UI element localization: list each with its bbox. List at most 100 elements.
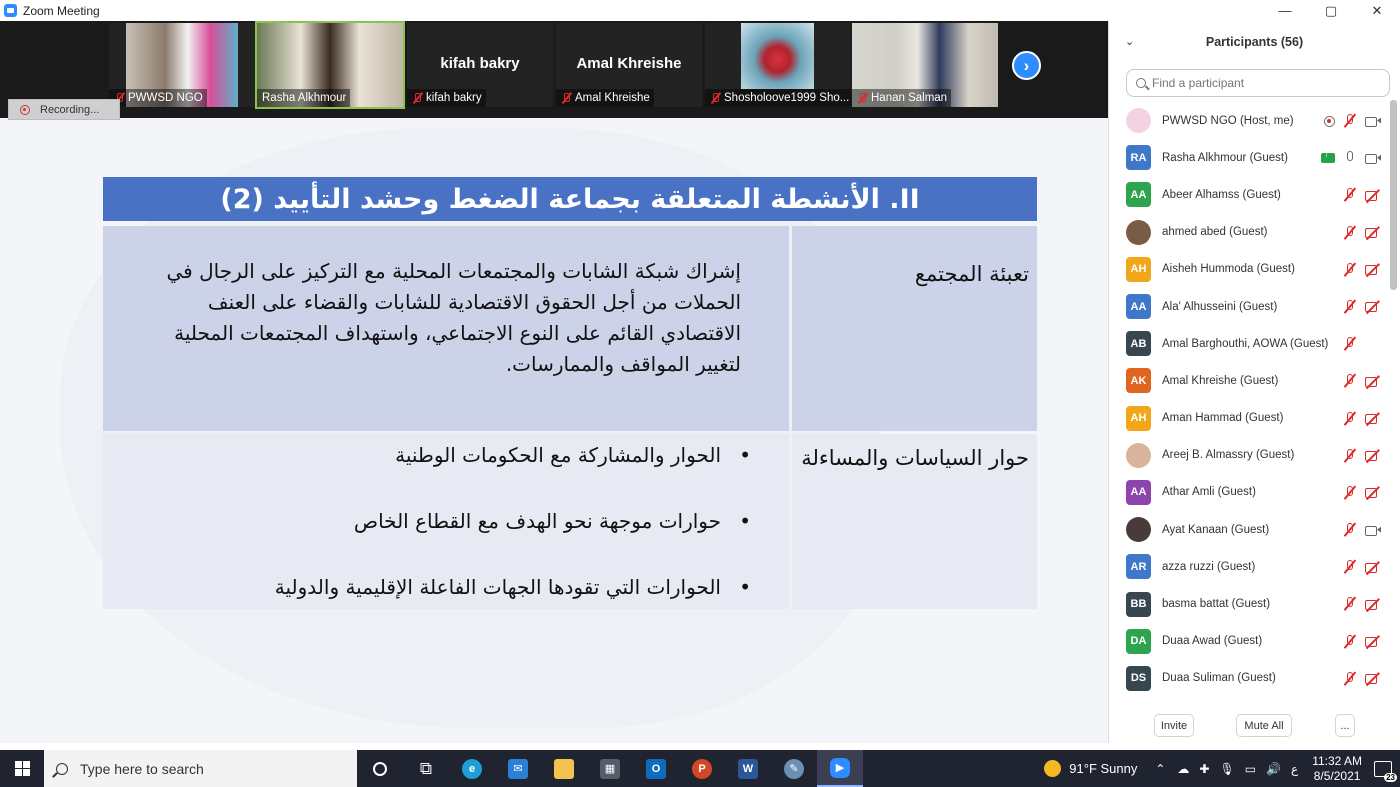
participant-row[interactable]: AA Abeer Alhamss (Guest) xyxy=(1109,176,1389,213)
video-off-icon[interactable] xyxy=(1365,264,1381,276)
microphone-icon[interactable] xyxy=(1343,151,1357,165)
participant-row[interactable]: RA Rasha Alkhmour (Guest) xyxy=(1109,139,1389,176)
task-view-button-2[interactable]: ⧉ xyxy=(403,750,449,787)
notification-icon[interactable]: 23 xyxy=(1374,760,1397,782)
microphone-muted-icon[interactable] xyxy=(1343,188,1357,202)
microphone-muted-icon[interactable] xyxy=(1343,114,1357,128)
taskbar-search-placeholder: Type here to search xyxy=(80,760,204,777)
microphone-muted-icon[interactable] xyxy=(1343,485,1357,500)
participant-row[interactable]: Ayat Kanaan (Guest) xyxy=(1109,511,1389,548)
participant-row[interactable]: BB basma battat (Guest) xyxy=(1109,585,1389,622)
cloud-icon[interactable]: ☁ xyxy=(1177,762,1189,776)
paint-app[interactable]: ✎ xyxy=(771,750,817,787)
close-button[interactable]: ✕ xyxy=(1354,0,1400,21)
video-icon[interactable] xyxy=(1365,153,1381,164)
outlook-app[interactable]: O xyxy=(633,750,679,787)
video-off-icon[interactable] xyxy=(1365,190,1381,201)
microphone-muted-icon[interactable] xyxy=(1343,597,1357,611)
start-button[interactable] xyxy=(0,750,44,787)
mail-app[interactable]: ✉ xyxy=(495,750,541,787)
microphone-muted-icon[interactable] xyxy=(1343,634,1357,649)
video-off-icon[interactable] xyxy=(1365,599,1381,610)
file-explorer-app[interactable] xyxy=(541,750,587,787)
volume-icon[interactable]: 🔊 xyxy=(1266,762,1281,776)
microphone-muted-icon[interactable] xyxy=(1343,374,1357,388)
list-item: حوارات موجهة نحو الهدف مع القطاع الخاص xyxy=(103,506,751,572)
participant-row[interactable]: PWWSD NGO (Host, me) xyxy=(1109,102,1389,139)
network-icon[interactable]: ✚ xyxy=(1199,762,1209,776)
participant-row[interactable]: AK Amal Khreishe (Guest) xyxy=(1109,362,1389,399)
invite-button[interactable]: Invite xyxy=(1154,714,1194,737)
participant-row[interactable]: DS Duaa Suliman (Guest) xyxy=(1109,660,1389,697)
chevron-up-icon[interactable]: ⌃ xyxy=(1155,762,1165,776)
video-off-icon[interactable] xyxy=(1365,673,1381,685)
clock[interactable]: 11:32 AM 8/5/2021 xyxy=(1312,754,1362,784)
video-tile-hanan[interactable]: Hanan Salman xyxy=(852,23,998,107)
video-tile-rasha[interactable]: Rasha Alkhmour xyxy=(255,21,405,109)
more-button[interactable]: ... xyxy=(1335,714,1355,737)
mute-all-button[interactable]: Mute All xyxy=(1236,714,1292,737)
video-off-icon[interactable] xyxy=(1365,301,1381,313)
minimize-button[interactable]: — xyxy=(1262,0,1308,21)
video-off-icon[interactable] xyxy=(1365,562,1381,573)
chevron-down-icon[interactable]: ⌄ xyxy=(1125,35,1134,48)
powerpoint-app[interactable]: P xyxy=(679,750,725,787)
video-off-icon[interactable] xyxy=(1365,450,1381,462)
video-icon[interactable] xyxy=(1365,525,1381,536)
shared-screen: II. الأنشطة المتعلقة بجماعة الضغط وحشد ا… xyxy=(0,118,1108,743)
battery-icon[interactable]: ▭ xyxy=(1245,762,1256,776)
participant-row[interactable]: AH Aman Hammad (Guest) xyxy=(1109,400,1389,437)
video-off-icon[interactable] xyxy=(1365,376,1381,387)
participant-search-input[interactable] xyxy=(1152,76,1372,90)
participants-scrollbar[interactable] xyxy=(1390,100,1397,290)
participant-row[interactable]: Areej B. Almassry (Guest) xyxy=(1109,437,1389,474)
zoom-app[interactable]: ▶ xyxy=(817,750,863,787)
participants-header: ⌄ Participants (56) xyxy=(1109,21,1400,63)
microphone-muted-icon[interactable] xyxy=(1343,523,1357,537)
gallery-next-button[interactable]: › xyxy=(1012,51,1041,80)
task-view-button[interactable] xyxy=(357,750,403,787)
recording-icon xyxy=(1324,115,1335,127)
powerpoint-icon: P xyxy=(692,758,712,779)
video-off-icon[interactable] xyxy=(1365,413,1381,424)
microphone-muted-icon[interactable] xyxy=(1343,560,1357,574)
microphone-muted-icon[interactable] xyxy=(1343,262,1357,277)
participant-row[interactable]: DA Duaa Awad (Guest) xyxy=(1109,623,1389,660)
avatar xyxy=(1126,219,1151,245)
edge-icon: e xyxy=(462,758,482,779)
list-item: الحوار والمشاركة مع الحكومات الوطنية xyxy=(103,440,751,506)
participant-search[interactable] xyxy=(1126,69,1390,97)
microphone-muted-icon[interactable] xyxy=(1343,337,1357,351)
microphone-muted-icon[interactable] xyxy=(1343,225,1357,240)
participant-row[interactable]: AA Athar Amli (Guest) xyxy=(1109,474,1389,511)
weather-text[interactable]: 91°F Sunny xyxy=(1069,761,1137,776)
video-off-icon[interactable] xyxy=(1365,487,1381,499)
participant-row[interactable]: AA Ala' Alhusseini (Guest) xyxy=(1109,288,1389,325)
video-icon[interactable] xyxy=(1365,116,1381,127)
video-off-icon[interactable] xyxy=(1365,636,1381,648)
clock-time: 11:32 AM xyxy=(1312,753,1362,768)
recording-indicator[interactable]: Recording... xyxy=(8,99,120,120)
edge-app[interactable]: e xyxy=(449,750,495,787)
store-app[interactable]: ▦ xyxy=(587,750,633,787)
participant-row[interactable]: AB Amal Barghouthi, AOWA (Guest) xyxy=(1109,325,1389,362)
taskbar-search[interactable]: Type here to search xyxy=(44,750,357,787)
participant-row[interactable]: AR azza ruzzi (Guest) xyxy=(1109,548,1389,585)
window-title: Zoom Meeting xyxy=(23,3,100,18)
video-tile-pwwsd[interactable]: PWWSD NGO xyxy=(109,23,255,107)
microphone-muted-icon[interactable] xyxy=(1343,448,1357,463)
video-tile-kifah[interactable]: kifah bakry kifah bakry xyxy=(407,23,553,107)
zoom-icon: ▶ xyxy=(830,757,850,778)
microphone-muted-icon[interactable] xyxy=(1343,299,1357,314)
video-tile-shosho[interactable]: Shosholoove1999 Sho... xyxy=(705,23,851,107)
participant-row[interactable]: AH Aisheh Hummoda (Guest) xyxy=(1109,251,1389,288)
microphone-muted-icon[interactable] xyxy=(1343,411,1357,426)
word-app[interactable]: W xyxy=(725,750,771,787)
video-tile-amal[interactable]: Amal Khreishe Amal Khreishe xyxy=(556,23,702,107)
video-off-icon[interactable] xyxy=(1365,227,1381,239)
microphone-muted-icon[interactable] xyxy=(1343,671,1357,686)
microphone-icon[interactable]: 🎙 xyxy=(1219,762,1234,776)
language-indicator[interactable]: ع xyxy=(1291,762,1298,776)
participant-row[interactable]: ahmed abed (Guest) xyxy=(1109,214,1389,251)
maximize-button[interactable]: ▢ xyxy=(1308,0,1354,21)
